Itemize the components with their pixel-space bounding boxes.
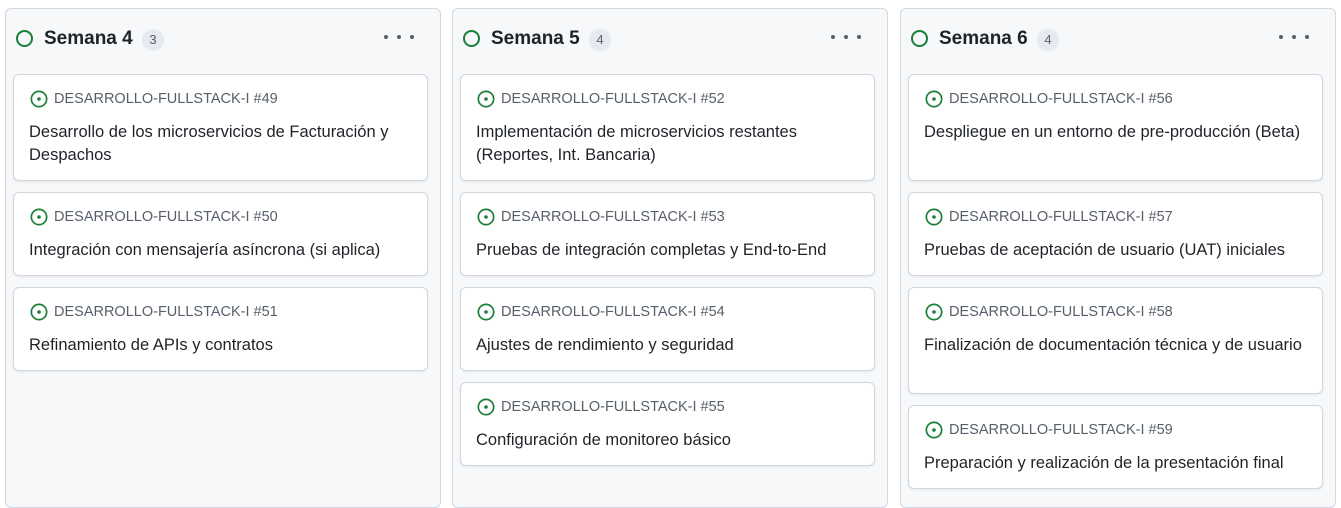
project-board: Semana 4 3 DESARROLLO-FULLSTACK-I #49 De… bbox=[0, 0, 1341, 508]
column-menu-button[interactable] bbox=[831, 27, 861, 47]
column-title: Semana 5 bbox=[491, 28, 580, 49]
issue-ref-text: DESARROLLO-FULLSTACK-I #55 bbox=[501, 399, 725, 415]
issue-title: Integración con mensajería asíncrona (si… bbox=[29, 241, 381, 259]
issue-ref-text: DESARROLLO-FULLSTACK-I #56 bbox=[949, 91, 1173, 107]
issue-title: Configuración de monitoreo básico bbox=[476, 431, 731, 449]
issue-ref[interactable]: DESARROLLO-FULLSTACK-I #55 bbox=[477, 398, 725, 416]
column-title: Semana 6 bbox=[939, 28, 1028, 49]
issue-ref-text: DESARROLLO-FULLSTACK-I #58 bbox=[949, 304, 1173, 320]
issue-open-icon bbox=[925, 90, 943, 108]
issue-ref[interactable]: DESARROLLO-FULLSTACK-I #58 bbox=[925, 303, 1173, 321]
issue-card[interactable]: DESARROLLO-FULLSTACK-I #54 Ajustes de re… bbox=[460, 287, 875, 371]
ellipsis-icon bbox=[397, 35, 401, 39]
issue-ref[interactable]: DESARROLLO-FULLSTACK-I #53 bbox=[477, 208, 725, 226]
ellipsis-icon bbox=[1292, 35, 1296, 39]
issue-open-icon bbox=[925, 208, 943, 226]
ellipsis-icon bbox=[857, 35, 861, 39]
ellipsis-icon bbox=[1305, 35, 1309, 39]
column-semana-5: Semana 5 4 DESARROLLO-FULLSTACK-I #52 Im… bbox=[452, 8, 888, 508]
issue-ref[interactable]: DESARROLLO-FULLSTACK-I #50 bbox=[30, 208, 278, 226]
issue-open-icon bbox=[477, 303, 495, 321]
issue-card[interactable]: DESARROLLO-FULLSTACK-I #55 Configuración… bbox=[460, 382, 875, 466]
issue-ref[interactable]: DESARROLLO-FULLSTACK-I #54 bbox=[477, 303, 725, 321]
column-menu-button[interactable] bbox=[384, 27, 414, 47]
count-badge: 4 bbox=[589, 29, 611, 51]
issue-title: Pruebas de aceptación de usuario (UAT) i… bbox=[924, 241, 1286, 259]
issue-ref[interactable]: DESARROLLO-FULLSTACK-I #49 bbox=[30, 90, 278, 108]
count-badge: 4 bbox=[1037, 29, 1059, 51]
issue-card[interactable]: DESARROLLO-FULLSTACK-I #59 Preparación y… bbox=[908, 405, 1323, 489]
column-semana-4: Semana 4 3 DESARROLLO-FULLSTACK-I #49 De… bbox=[5, 8, 441, 508]
issue-ref[interactable]: DESARROLLO-FULLSTACK-I #57 bbox=[925, 208, 1173, 226]
circle-open-icon bbox=[463, 30, 480, 47]
issue-open-icon bbox=[30, 90, 48, 108]
issue-card[interactable]: DESARROLLO-FULLSTACK-I #53 Pruebas de in… bbox=[460, 192, 875, 276]
issue-ref[interactable]: DESARROLLO-FULLSTACK-I #56 bbox=[925, 90, 1173, 108]
issue-ref-text: DESARROLLO-FULLSTACK-I #51 bbox=[54, 304, 278, 320]
issue-ref[interactable]: DESARROLLO-FULLSTACK-I #59 bbox=[925, 421, 1173, 439]
issue-ref-text: DESARROLLO-FULLSTACK-I #54 bbox=[501, 304, 725, 320]
issue-ref-text: DESARROLLO-FULLSTACK-I #59 bbox=[949, 422, 1173, 438]
column-header: Semana 5 4 bbox=[453, 9, 887, 69]
ellipsis-icon bbox=[384, 35, 388, 39]
issue-title: Refinamiento de APIs y contratos bbox=[29, 336, 273, 354]
issue-ref-text: DESARROLLO-FULLSTACK-I #53 bbox=[501, 209, 725, 225]
column-header: Semana 4 3 bbox=[6, 9, 440, 69]
issue-open-icon bbox=[925, 421, 943, 439]
issue-ref[interactable]: DESARROLLO-FULLSTACK-I #51 bbox=[30, 303, 278, 321]
issue-card[interactable]: DESARROLLO-FULLSTACK-I #51 Refinamiento … bbox=[13, 287, 428, 371]
column-header: Semana 6 4 bbox=[901, 9, 1335, 69]
issue-title: Implementación de microservicios restant… bbox=[476, 123, 797, 164]
circle-open-icon bbox=[16, 30, 33, 47]
issue-title: Finalización de documentación técnica y … bbox=[924, 336, 1302, 354]
issue-card[interactable]: DESARROLLO-FULLSTACK-I #49 Desarrollo de… bbox=[13, 74, 428, 181]
issue-card[interactable]: DESARROLLO-FULLSTACK-I #57 Pruebas de ac… bbox=[908, 192, 1323, 276]
issue-title: Desarrollo de los microservicios de Fact… bbox=[29, 123, 389, 164]
ellipsis-icon bbox=[410, 35, 414, 39]
column-title: Semana 4 bbox=[44, 28, 133, 49]
column-menu-button[interactable] bbox=[1279, 27, 1309, 47]
issue-open-icon bbox=[477, 90, 495, 108]
issue-card[interactable]: DESARROLLO-FULLSTACK-I #50 Integración c… bbox=[13, 192, 428, 276]
issue-card[interactable]: DESARROLLO-FULLSTACK-I #52 Implementació… bbox=[460, 74, 875, 181]
issue-title: Preparación y realización de la presenta… bbox=[924, 454, 1284, 472]
issue-title: Ajustes de rendimiento y seguridad bbox=[476, 336, 734, 354]
issue-open-icon bbox=[925, 303, 943, 321]
ellipsis-icon bbox=[831, 35, 835, 39]
column-semana-6: Semana 6 4 DESARROLLO-FULLSTACK-I #56 De… bbox=[900, 8, 1336, 508]
issue-open-icon bbox=[30, 303, 48, 321]
issue-title: Pruebas de integración completas y End-t… bbox=[476, 241, 827, 259]
issue-open-icon bbox=[477, 398, 495, 416]
issue-ref[interactable]: DESARROLLO-FULLSTACK-I #52 bbox=[477, 90, 725, 108]
count-badge: 3 bbox=[142, 29, 164, 51]
ellipsis-icon bbox=[1279, 35, 1283, 39]
issue-ref-text: DESARROLLO-FULLSTACK-I #57 bbox=[949, 209, 1173, 225]
issue-ref-text: DESARROLLO-FULLSTACK-I #50 bbox=[54, 209, 278, 225]
issue-open-icon bbox=[477, 208, 495, 226]
issue-title: Despliegue en un entorno de pre-producci… bbox=[924, 123, 1301, 141]
issue-card[interactable]: DESARROLLO-FULLSTACK-I #58 Finalización … bbox=[908, 287, 1323, 394]
ellipsis-icon bbox=[844, 35, 848, 39]
issue-ref-text: DESARROLLO-FULLSTACK-I #49 bbox=[54, 91, 278, 107]
issue-ref-text: DESARROLLO-FULLSTACK-I #52 bbox=[501, 91, 725, 107]
circle-open-icon bbox=[911, 30, 928, 47]
issue-open-icon bbox=[30, 208, 48, 226]
issue-card[interactable]: DESARROLLO-FULLSTACK-I #56 Despliegue en… bbox=[908, 74, 1323, 181]
